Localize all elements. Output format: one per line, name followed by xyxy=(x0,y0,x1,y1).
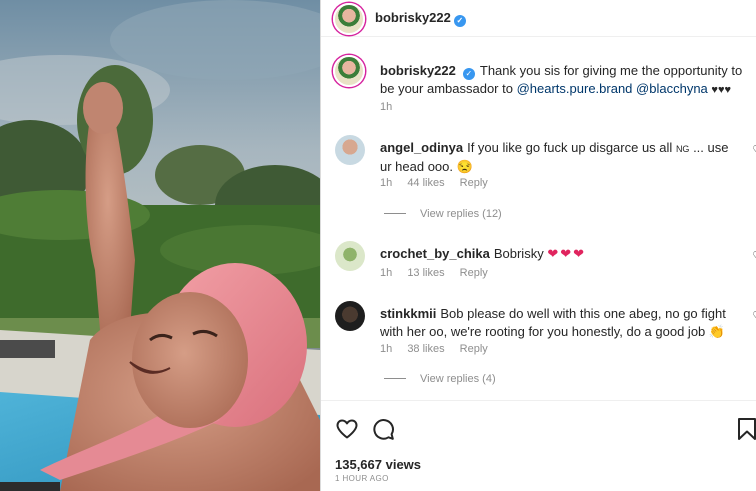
comment-button[interactable] xyxy=(371,417,395,446)
mention-blacchyna[interactable]: @blacchyna xyxy=(636,81,708,96)
author-avatar[interactable] xyxy=(333,3,365,35)
caption-time[interactable]: 1h xyxy=(380,101,392,113)
comment-body: If you like go fuck up disgarce us all xyxy=(467,140,673,155)
verified-badge-icon: ✓ xyxy=(453,15,466,27)
replies-divider xyxy=(384,213,406,214)
caption-text: bobrisky222 ✓ Thank you sis for giving me … xyxy=(380,62,745,99)
comment-meta: 1h 13 likes Reply xyxy=(380,267,500,279)
comment-meta: 1h 44 likes Reply xyxy=(380,177,500,189)
caption: bobrisky222 ✓ Thank you sis for giving me … xyxy=(321,55,756,117)
view-count[interactable]: 135,667 views xyxy=(335,457,421,472)
comment-item: angel_odinya If you like go fuck up disga… xyxy=(321,135,756,235)
comment-username[interactable]: stinkkmii xyxy=(380,306,436,321)
comment-emoji: ❤❤❤ xyxy=(547,246,587,261)
like-button[interactable] xyxy=(335,417,359,446)
comment-reply-button[interactable]: Reply xyxy=(460,177,488,189)
commenter-avatar[interactable] xyxy=(335,301,365,331)
caption-avatar[interactable] xyxy=(333,55,365,87)
caption-username[interactable]: bobrisky222 xyxy=(380,63,456,78)
comment-reply-button[interactable]: Reply xyxy=(460,267,488,279)
comment-time[interactable]: 1h xyxy=(380,343,392,355)
comment-body: Bobrisky xyxy=(493,246,544,261)
post-timestamp: 1 HOUR AGO xyxy=(335,474,389,483)
comment-like-heart-icon[interactable]: ♡ xyxy=(752,309,756,323)
verified-badge-icon: ✓ xyxy=(462,68,475,80)
comment-text: angel_odinya If you like go fuck up disga… xyxy=(380,139,740,176)
comment-likes[interactable]: 44 likes xyxy=(407,177,444,189)
caption-emoji: ♥♥♥ xyxy=(711,84,732,96)
post-media-video[interactable] xyxy=(0,0,320,491)
post-sidebar: bobrisky222 ✓ bobrisky222 ✓ Thank you sis f… xyxy=(320,0,756,491)
caption-meta: 1h xyxy=(380,101,404,113)
comment-like-heart-icon[interactable]: ♡ xyxy=(752,249,756,263)
author-username-text[interactable]: bobrisky222 xyxy=(375,10,451,25)
comment-emoji: 😒 xyxy=(456,159,473,174)
view-replies-label[interactable]: View replies (12) xyxy=(420,208,502,220)
view-replies-button[interactable]: View replies (4) xyxy=(384,373,496,385)
comment-time[interactable]: 1h xyxy=(380,177,392,189)
mention-hearts-pure-brand[interactable]: @hearts.pure.brand xyxy=(517,81,633,96)
save-button[interactable] xyxy=(737,417,756,446)
comment-meta: 1h 38 likes Reply xyxy=(380,343,500,355)
comment-time[interactable]: 1h xyxy=(380,267,392,279)
post-media-illustration xyxy=(0,0,320,491)
comment-icon xyxy=(373,419,394,440)
comment-emoji: 👏 xyxy=(708,324,726,339)
comments-list[interactable]: bobrisky222 ✓ Thank you sis for giving me … xyxy=(321,45,756,395)
view-replies-label[interactable]: View replies (4) xyxy=(420,373,496,385)
author-username[interactable]: bobrisky222 ✓ xyxy=(375,10,466,27)
replies-divider xyxy=(384,378,406,379)
comment-likes[interactable]: 38 likes xyxy=(407,343,444,355)
flag-ng-icon: NG xyxy=(675,144,690,154)
comment-item: crochet_by_chika Bobrisky ❤❤❤ 1h 13 likes… xyxy=(321,241,756,291)
comment-reply-button[interactable]: Reply xyxy=(460,343,488,355)
bookmark-icon xyxy=(738,418,756,440)
comment-like-heart-icon[interactable]: ♡ xyxy=(752,143,756,157)
commenter-avatar[interactable] xyxy=(335,241,365,271)
view-replies-button[interactable]: View replies (12) xyxy=(384,208,502,220)
commenter-avatar[interactable] xyxy=(335,135,365,165)
comment-username[interactable]: angel_odinya xyxy=(380,140,463,155)
heart-icon xyxy=(336,419,358,439)
comment-item: stinkkmii Bob please do well with this on… xyxy=(321,301,756,395)
comment-text: crochet_by_chika Bobrisky ❤❤❤ xyxy=(380,245,740,263)
comment-likes[interactable]: 13 likes xyxy=(407,267,444,279)
comment-username[interactable]: crochet_by_chika xyxy=(380,246,490,261)
post-header: bobrisky222 ✓ xyxy=(321,0,756,37)
comment-text: stinkkmii Bob please do well with this on… xyxy=(380,305,740,341)
post-actions: 135,667 views 1 HOUR AGO xyxy=(321,400,756,491)
